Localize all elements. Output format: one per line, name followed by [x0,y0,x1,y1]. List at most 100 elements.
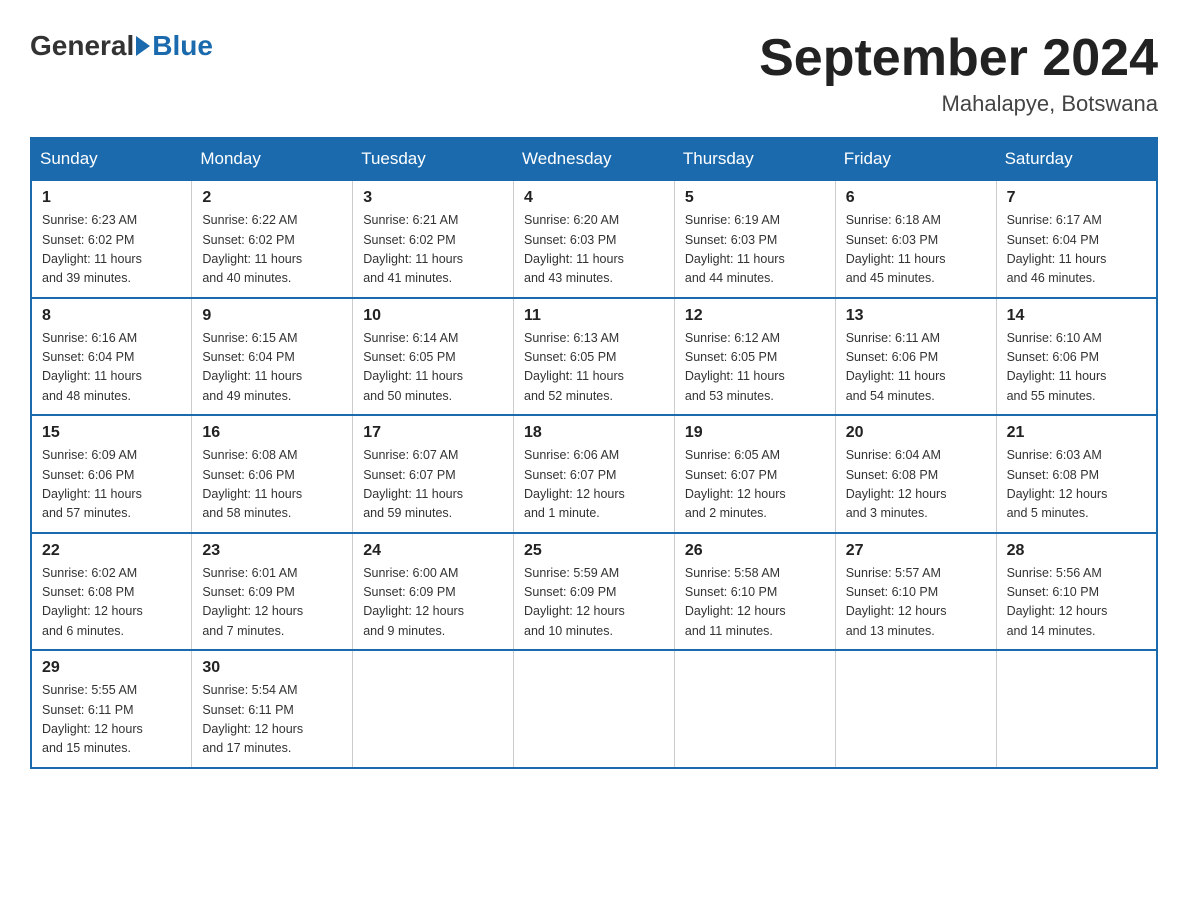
day-number: 12 [685,307,825,325]
calendar-day-cell: 12 Sunrise: 6:12 AMSunset: 6:05 PMDayligh… [674,298,835,416]
calendar-day-header: Saturday [996,138,1157,180]
day-info: Sunrise: 6:22 AMSunset: 6:02 PMDaylight:… [202,211,342,289]
day-number: 9 [202,307,342,325]
calendar-week-row: 15 Sunrise: 6:09 AMSunset: 6:06 PMDayligh… [31,415,1157,533]
day-number: 25 [524,542,664,560]
day-number: 3 [363,189,503,207]
calendar-day-cell [996,650,1157,768]
day-number: 24 [363,542,503,560]
day-info: Sunrise: 6:20 AMSunset: 6:03 PMDaylight:… [524,211,664,289]
day-number: 30 [202,659,342,677]
calendar-day-cell [835,650,996,768]
calendar-table: SundayMondayTuesdayWednesdayThursdayFrid… [30,137,1158,769]
calendar-week-row: 1 Sunrise: 6:23 AMSunset: 6:02 PMDaylight… [31,180,1157,298]
day-info: Sunrise: 6:15 AMSunset: 6:04 PMDaylight:… [202,329,342,407]
calendar-day-cell: 25 Sunrise: 5:59 AMSunset: 6:09 PMDayligh… [514,533,675,651]
day-number: 14 [1007,307,1146,325]
day-number: 8 [42,307,181,325]
day-number: 10 [363,307,503,325]
calendar-week-row: 22Sunrise: 6:02 AMSunset: 6:08 PMDayligh… [31,533,1157,651]
day-number: 13 [846,307,986,325]
day-number: 2 [202,189,342,207]
day-info: Sunrise: 5:57 AMSunset: 6:10 PMDaylight:… [846,564,986,642]
day-info: Sunrise: 6:05 AMSunset: 6:07 PMDaylight:… [685,446,825,524]
calendar-day-cell: 8 Sunrise: 6:16 AMSunset: 6:04 PMDaylight… [31,298,192,416]
calendar-day-cell: 27 Sunrise: 5:57 AMSunset: 6:10 PMDayligh… [835,533,996,651]
day-number: 11 [524,307,664,325]
day-info: Sunrise: 6:04 AMSunset: 6:08 PMDaylight:… [846,446,986,524]
month-title: September 2024 [759,30,1158,87]
calendar-day-header: Tuesday [353,138,514,180]
logo-blue-text: Blue [152,30,213,62]
day-info: Sunrise: 6:14 AMSunset: 6:05 PMDaylight:… [363,329,503,407]
calendar-day-cell: 18 Sunrise: 6:06 AMSunset: 6:07 PMDayligh… [514,415,675,533]
logo: General Blue [30,30,213,62]
day-number: 17 [363,424,503,442]
logo-general-text: General [30,30,134,62]
calendar-day-cell: 16Sunrise: 6:08 AMSunset: 6:06 PMDayligh… [192,415,353,533]
calendar-week-row: 8 Sunrise: 6:16 AMSunset: 6:04 PMDaylight… [31,298,1157,416]
calendar-day-cell: 6 Sunrise: 6:18 AMSunset: 6:03 PMDaylight… [835,180,996,298]
day-info: Sunrise: 6:13 AMSunset: 6:05 PMDaylight:… [524,329,664,407]
day-number: 5 [685,189,825,207]
day-number: 27 [846,542,986,560]
calendar-day-cell: 2 Sunrise: 6:22 AMSunset: 6:02 PMDaylight… [192,180,353,298]
day-number: 21 [1007,424,1146,442]
day-info: Sunrise: 6:19 AMSunset: 6:03 PMDaylight:… [685,211,825,289]
day-number: 6 [846,189,986,207]
day-number: 15 [42,424,181,442]
day-number: 1 [42,189,181,207]
day-number: 20 [846,424,986,442]
calendar-day-cell: 20 Sunrise: 6:04 AMSunset: 6:08 PMDayligh… [835,415,996,533]
calendar-day-header: Thursday [674,138,835,180]
calendar-day-cell [514,650,675,768]
calendar-day-cell: 10 Sunrise: 6:14 AMSunset: 6:05 PMDayligh… [353,298,514,416]
day-info: Sunrise: 6:23 AMSunset: 6:02 PMDaylight:… [42,211,181,289]
calendar-day-cell: 14Sunrise: 6:10 AMSunset: 6:06 PMDayligh… [996,298,1157,416]
calendar-day-cell: 15 Sunrise: 6:09 AMSunset: 6:06 PMDayligh… [31,415,192,533]
title-section: September 2024 Mahalapye, Botswana [759,30,1158,117]
page-header: General Blue September 2024 Mahalapye, B… [30,30,1158,117]
day-number: 29 [42,659,181,677]
calendar-day-cell: 17Sunrise: 6:07 AMSunset: 6:07 PMDayligh… [353,415,514,533]
day-info: Sunrise: 6:11 AMSunset: 6:06 PMDaylight:… [846,329,986,407]
day-info: Sunrise: 6:06 AMSunset: 6:07 PMDaylight:… [524,446,664,524]
calendar-week-row: 29 Sunrise: 5:55 AMSunset: 6:11 PMDayligh… [31,650,1157,768]
day-info: Sunrise: 6:01 AMSunset: 6:09 PMDaylight:… [202,564,342,642]
calendar-day-cell: 3 Sunrise: 6:21 AMSunset: 6:02 PMDaylight… [353,180,514,298]
day-info: Sunrise: 6:00 AMSunset: 6:09 PMDaylight:… [363,564,503,642]
day-number: 18 [524,424,664,442]
day-info: Sunrise: 6:21 AMSunset: 6:02 PMDaylight:… [363,211,503,289]
calendar-day-cell: 21 Sunrise: 6:03 AMSunset: 6:08 PMDayligh… [996,415,1157,533]
calendar-day-cell: 4 Sunrise: 6:20 AMSunset: 6:03 PMDaylight… [514,180,675,298]
day-info: Sunrise: 5:54 AMSunset: 6:11 PMDaylight:… [202,681,342,759]
day-info: Sunrise: 5:59 AMSunset: 6:09 PMDaylight:… [524,564,664,642]
day-info: Sunrise: 6:17 AMSunset: 6:04 PMDaylight:… [1007,211,1146,289]
calendar-day-cell: 29 Sunrise: 5:55 AMSunset: 6:11 PMDayligh… [31,650,192,768]
calendar-day-header: Friday [835,138,996,180]
calendar-day-cell: 24 Sunrise: 6:00 AMSunset: 6:09 PMDayligh… [353,533,514,651]
calendar-day-cell: 1 Sunrise: 6:23 AMSunset: 6:02 PMDaylight… [31,180,192,298]
calendar-day-cell: 9 Sunrise: 6:15 AMSunset: 6:04 PMDaylight… [192,298,353,416]
calendar-day-cell [353,650,514,768]
day-number: 19 [685,424,825,442]
calendar-day-cell: 30 Sunrise: 5:54 AMSunset: 6:11 PMDayligh… [192,650,353,768]
day-info: Sunrise: 5:58 AMSunset: 6:10 PMDaylight:… [685,564,825,642]
calendar-day-cell: 22Sunrise: 6:02 AMSunset: 6:08 PMDayligh… [31,533,192,651]
calendar-day-cell: 5 Sunrise: 6:19 AMSunset: 6:03 PMDaylight… [674,180,835,298]
calendar-day-cell [674,650,835,768]
day-info: Sunrise: 6:09 AMSunset: 6:06 PMDaylight:… [42,446,181,524]
day-info: Sunrise: 6:16 AMSunset: 6:04 PMDaylight:… [42,329,181,407]
day-info: Sunrise: 6:12 AMSunset: 6:05 PMDaylight:… [685,329,825,407]
logo-arrow-icon [136,36,150,56]
calendar-day-cell: 19 Sunrise: 6:05 AMSunset: 6:07 PMDayligh… [674,415,835,533]
day-number: 4 [524,189,664,207]
calendar-day-header: Sunday [31,138,192,180]
day-number: 16 [202,424,342,442]
day-info: Sunrise: 6:18 AMSunset: 6:03 PMDaylight:… [846,211,986,289]
day-info: Sunrise: 5:55 AMSunset: 6:11 PMDaylight:… [42,681,181,759]
calendar-day-header: Wednesday [514,138,675,180]
calendar-day-cell: 13 Sunrise: 6:11 AMSunset: 6:06 PMDayligh… [835,298,996,416]
day-info: Sunrise: 6:03 AMSunset: 6:08 PMDaylight:… [1007,446,1146,524]
day-info: Sunrise: 5:56 AMSunset: 6:10 PMDaylight:… [1007,564,1146,642]
